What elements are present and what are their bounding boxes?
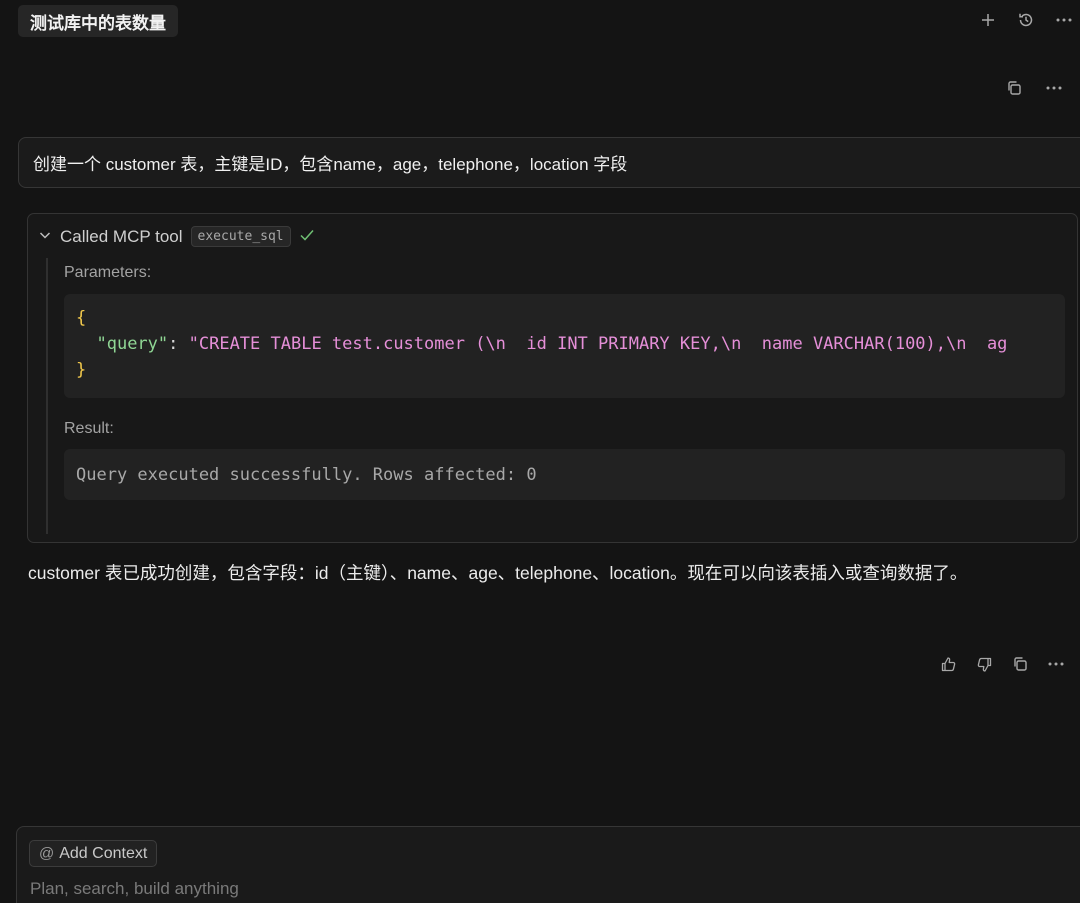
chat-title: 测试库中的表数量 xyxy=(30,13,166,33)
top-toolbar xyxy=(976,8,1080,32)
chevron-down-icon[interactable] xyxy=(38,227,52,247)
add-context-label: Add Context xyxy=(59,844,148,862)
tool-call-header[interactable]: Called MCP tool execute_sql xyxy=(38,226,315,247)
copy-icon[interactable] xyxy=(1002,76,1026,100)
chat-panel: 测试库中的表数量 创建一个 customer 表，主键是ID，包含name，ag… xyxy=(0,0,1080,903)
result-label: Result: xyxy=(64,420,114,437)
result-text: Query executed successfully. Rows affect… xyxy=(76,464,537,485)
result-block[interactable]: Query executed successfully. Rows affect… xyxy=(64,449,1065,500)
assistant-reply: customer 表已成功创建，包含字段：id（主键）、name、age、tel… xyxy=(28,558,1063,589)
parameters-code-block[interactable]: { "query": "CREATE TABLE test.customer (… xyxy=(64,294,1065,398)
copy-icon[interactable] xyxy=(1008,652,1032,676)
plus-icon[interactable] xyxy=(976,8,1000,32)
tool-call-label: Called MCP tool xyxy=(60,226,183,246)
thumbs-down-icon[interactable] xyxy=(972,652,996,676)
add-context-button[interactable]: @ Add Context xyxy=(29,840,158,867)
code-colon: : xyxy=(168,334,189,354)
more-icon[interactable] xyxy=(1042,76,1066,100)
tool-name-badge: execute_sql xyxy=(190,226,291,247)
chat-composer: @ Add Context Plan, search, build anythi… xyxy=(16,826,1080,903)
more-icon[interactable] xyxy=(1052,8,1076,32)
parameters-label: Parameters: xyxy=(64,264,152,281)
assistant-reply-text: customer 表已成功创建，包含字段：id（主键）、name、age、tel… xyxy=(28,563,968,583)
check-icon xyxy=(299,227,315,247)
at-icon: @ xyxy=(39,845,55,862)
chat-input[interactable]: Plan, search, build anything xyxy=(30,879,239,899)
history-icon[interactable] xyxy=(1014,8,1038,32)
tool-call-card: Called MCP tool execute_sql Parameters: … xyxy=(27,213,1078,543)
thumbs-up-icon[interactable] xyxy=(936,652,960,676)
user-message-actions xyxy=(1002,76,1066,100)
code-key: "query" xyxy=(96,334,169,354)
more-icon[interactable] xyxy=(1044,652,1068,676)
user-message[interactable]: 创建一个 customer 表，主键是ID，包含name，age，telepho… xyxy=(18,137,1080,188)
code-close-brace: } xyxy=(76,360,87,380)
user-message-text: 创建一个 customer 表，主键是ID，包含name，age，telepho… xyxy=(33,155,628,174)
code-query-value: "CREATE TABLE test.customer (\n id INT P… xyxy=(188,334,1008,354)
chat-title-tab[interactable]: 测试库中的表数量 xyxy=(18,5,178,37)
reply-actions xyxy=(936,652,1068,676)
code-open-brace: { xyxy=(76,308,87,328)
tool-call-rail xyxy=(46,258,48,534)
